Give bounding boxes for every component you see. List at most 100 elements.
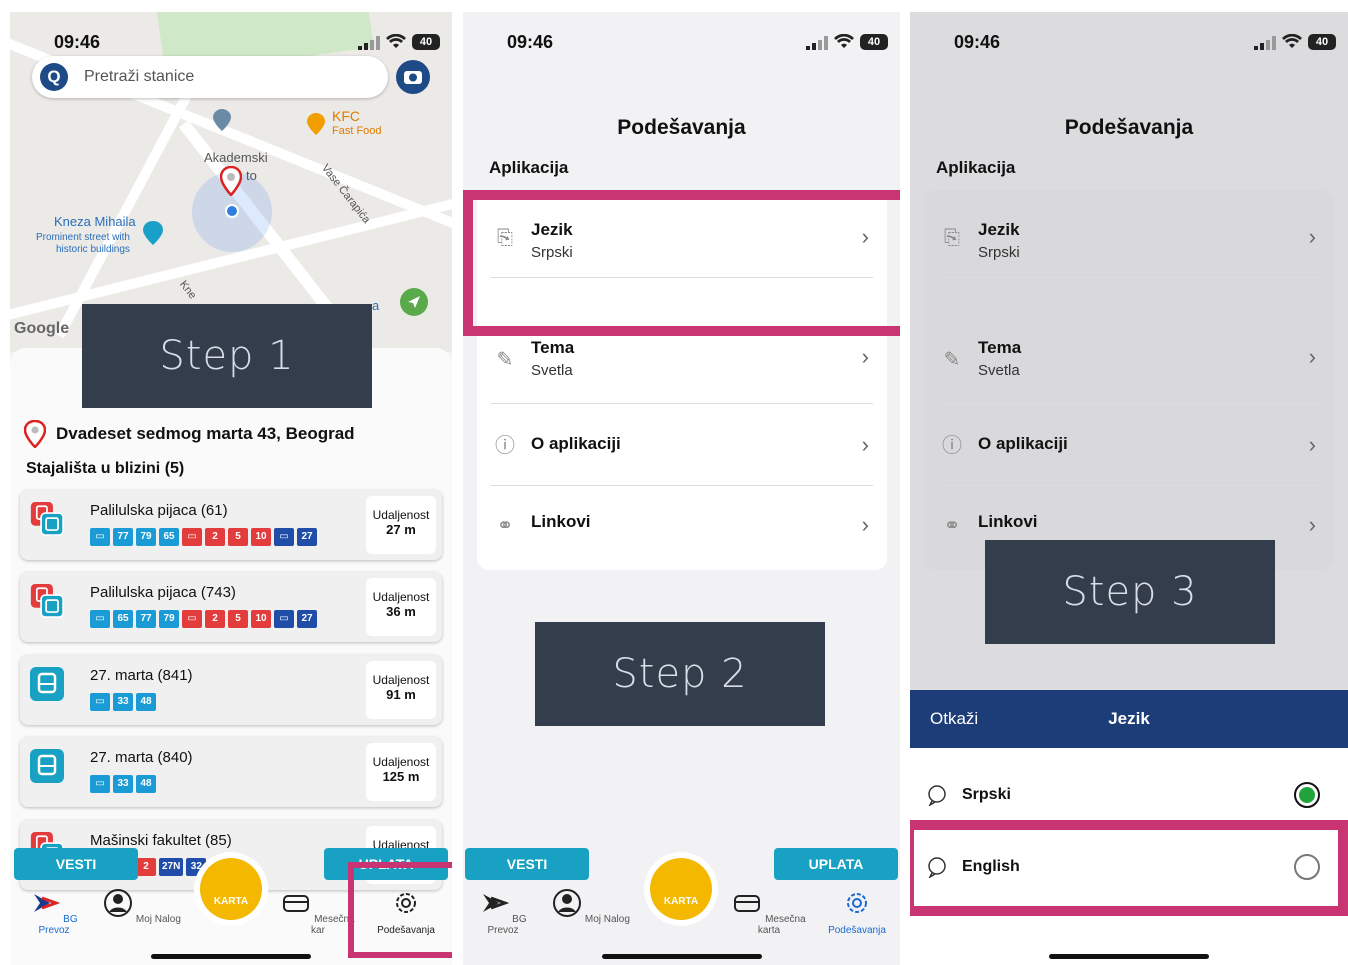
status-time: 09:46 xyxy=(54,32,101,52)
screen-map: KFC Fast Food Akademski to Kneza Mihaila… xyxy=(10,12,452,965)
settings-row-tema[interactable]: ✎ Tema Svetla › xyxy=(491,324,873,404)
tab-mesecna-karta[interactable]: Mesečna karta xyxy=(729,888,809,936)
settings-row-o-aplikaciji[interactable]: ⓘ O aplikaciji › xyxy=(491,406,873,486)
station-search-bar[interactable]: Q Pretraži stanice xyxy=(32,56,388,98)
distance-value: 36 m xyxy=(386,604,416,619)
signal-icon xyxy=(1254,36,1276,50)
poi-pin-icon[interactable] xyxy=(212,108,232,132)
distance-label: Udaljenost xyxy=(372,590,430,604)
kneza-mihaila-label[interactable]: Kneza Mihaila xyxy=(54,214,136,229)
signal-icon xyxy=(806,36,828,50)
status-bar: 09:46 40 xyxy=(10,32,452,54)
bus-stop-icon xyxy=(30,749,64,783)
kfc-pin-icon[interactable] xyxy=(306,112,326,136)
step-1-label: Step 1 xyxy=(82,304,372,408)
battery-indicator: 40 xyxy=(860,34,888,50)
line-chips: ▭ 65 77 79 ▭ 2 5 10 ▭ 27 xyxy=(90,610,317,628)
settings-row-linkovi[interactable]: ⚭ Linkovi › xyxy=(491,486,873,566)
distance-label: Udaljenost xyxy=(372,508,430,522)
line-chip: ▭ xyxy=(182,528,202,546)
tab-moj-nalog[interactable]: Moj Nalog xyxy=(102,888,182,925)
signal-icon xyxy=(358,36,380,50)
chevron-right-icon: › xyxy=(1308,512,1316,537)
navigation-arrow-icon xyxy=(408,296,420,308)
distance-box: Udaljenost 36 m xyxy=(366,578,436,636)
current-address: Dvadeset sedmog marta 43, Beograd xyxy=(24,420,355,448)
chevron-right-icon: › xyxy=(861,512,869,537)
monthly-ticket-icon xyxy=(283,895,310,912)
distance-value: 91 m xyxy=(386,687,416,702)
home-indicator xyxy=(601,954,762,959)
google-logo: Google xyxy=(14,320,70,337)
line-chip: 48 xyxy=(136,775,156,793)
line-chip: ▭ xyxy=(90,528,110,546)
distance-label: Udaljenost xyxy=(372,755,430,769)
akademski-label: Akademski xyxy=(204,150,268,165)
translate-icon: ⎘ xyxy=(944,227,960,249)
stop-card[interactable]: 27. marta (841) ▭ 33 48 Udaljenost 91 m xyxy=(20,655,442,725)
line-chips: ▭ 33 48 xyxy=(90,775,156,793)
link-icon: ⚭ xyxy=(496,515,514,537)
page-title: Podešavanja xyxy=(1064,116,1194,139)
kneza-sub1: Prominent street with xyxy=(36,232,130,243)
brush-icon: ✎ xyxy=(943,349,961,371)
stop-card[interactable]: Palilulska pijaca (61) ▭ 77 79 65 ▭ 2 5 10 ▭ 27 Uda… xyxy=(20,490,442,560)
stop-card[interactable]: Palilulska pijaca (743) ▭ 65 77 79 ▭ 2 5 10 ▭ 27 Ud… xyxy=(20,572,442,642)
info-icon: ⓘ xyxy=(495,435,515,457)
wifi-icon xyxy=(834,34,854,48)
modal-title: Jezik xyxy=(1108,709,1150,728)
battery-indicator: 40 xyxy=(412,34,440,50)
monthly-ticket-icon xyxy=(734,895,761,912)
user-icon xyxy=(553,889,582,917)
tab-moj-nalog[interactable]: Moj Nalog xyxy=(551,888,631,925)
street-label-2: a xyxy=(372,298,380,313)
tab-bg-prevoz[interactable]: BG Prevoz xyxy=(14,888,94,936)
chevron-right-icon: › xyxy=(1308,432,1316,457)
stop-name: 27. marta (841) xyxy=(90,667,193,684)
radio-selected[interactable] xyxy=(1294,782,1320,808)
section-title: Aplikacija xyxy=(936,158,1016,177)
stop-card[interactable]: 27. marta (840) ▭ 33 48 Udaljenost 125 m xyxy=(20,737,442,807)
tab-bg-prevoz[interactable]: BG Prevoz xyxy=(463,888,543,936)
wifi-icon xyxy=(1282,34,1302,48)
status-time: 09:46 xyxy=(507,32,554,52)
settings-row-o-aplikaciji[interactable]: ⓘ O aplikaciji › xyxy=(938,406,1320,486)
current-location-dot xyxy=(225,204,239,218)
line-chip: 65 xyxy=(113,610,133,628)
kneza-pin-icon[interactable] xyxy=(142,220,164,246)
street-label: Kne xyxy=(177,278,199,302)
settings-row-tema[interactable]: ✎ Tema Svetla › xyxy=(938,324,1320,404)
line-chip: 10 xyxy=(251,610,271,628)
tram-bus-stop-icon xyxy=(30,502,64,536)
stop-name: 27. marta (840) xyxy=(90,749,193,766)
line-chip: 2 xyxy=(205,610,225,628)
stop-name: Palilulska pijaca (743) xyxy=(90,584,236,601)
line-chip: 77 xyxy=(113,528,133,546)
bg-prevoz-logo-icon xyxy=(34,894,61,912)
line-chip: 65 xyxy=(159,528,179,546)
vase-carapica-label: Vase Čarapića xyxy=(318,162,373,226)
search-placeholder[interactable]: Pretraži stanice xyxy=(84,68,194,86)
map-pin-icon[interactable] xyxy=(220,166,242,196)
karta-button[interactable]: KARTA xyxy=(650,858,712,920)
line-chips: ▭ 33 48 xyxy=(90,693,156,711)
line-chip: 27 xyxy=(297,610,317,628)
map-road xyxy=(54,86,196,338)
line-chip: ▭ xyxy=(90,775,110,793)
line-chip: 77 xyxy=(136,610,156,628)
bus-stop-icon xyxy=(30,667,64,701)
settings-row-jezik[interactable]: ⎘ Jezik Srpski › xyxy=(938,198,1320,278)
tab-mesecna-karta[interactable]: Mesečna kar xyxy=(278,888,358,936)
distance-value: 27 m xyxy=(386,522,416,537)
page-title: Podešavanja xyxy=(617,116,746,139)
battery-indicator: 40 xyxy=(1308,34,1336,50)
tab-podesavanja[interactable]: Podešavanja xyxy=(817,888,897,936)
kfc-label[interactable]: KFC xyxy=(332,108,360,124)
line-chip: ▭ xyxy=(274,528,294,546)
scan-camera-button[interactable] xyxy=(396,60,430,94)
line-chip: 48 xyxy=(136,693,156,711)
line-chip: 10 xyxy=(251,528,271,546)
distance-label: Udaljenost xyxy=(372,673,430,687)
locate-me-button[interactable] xyxy=(400,288,428,316)
karta-button[interactable]: KARTA xyxy=(200,858,262,920)
